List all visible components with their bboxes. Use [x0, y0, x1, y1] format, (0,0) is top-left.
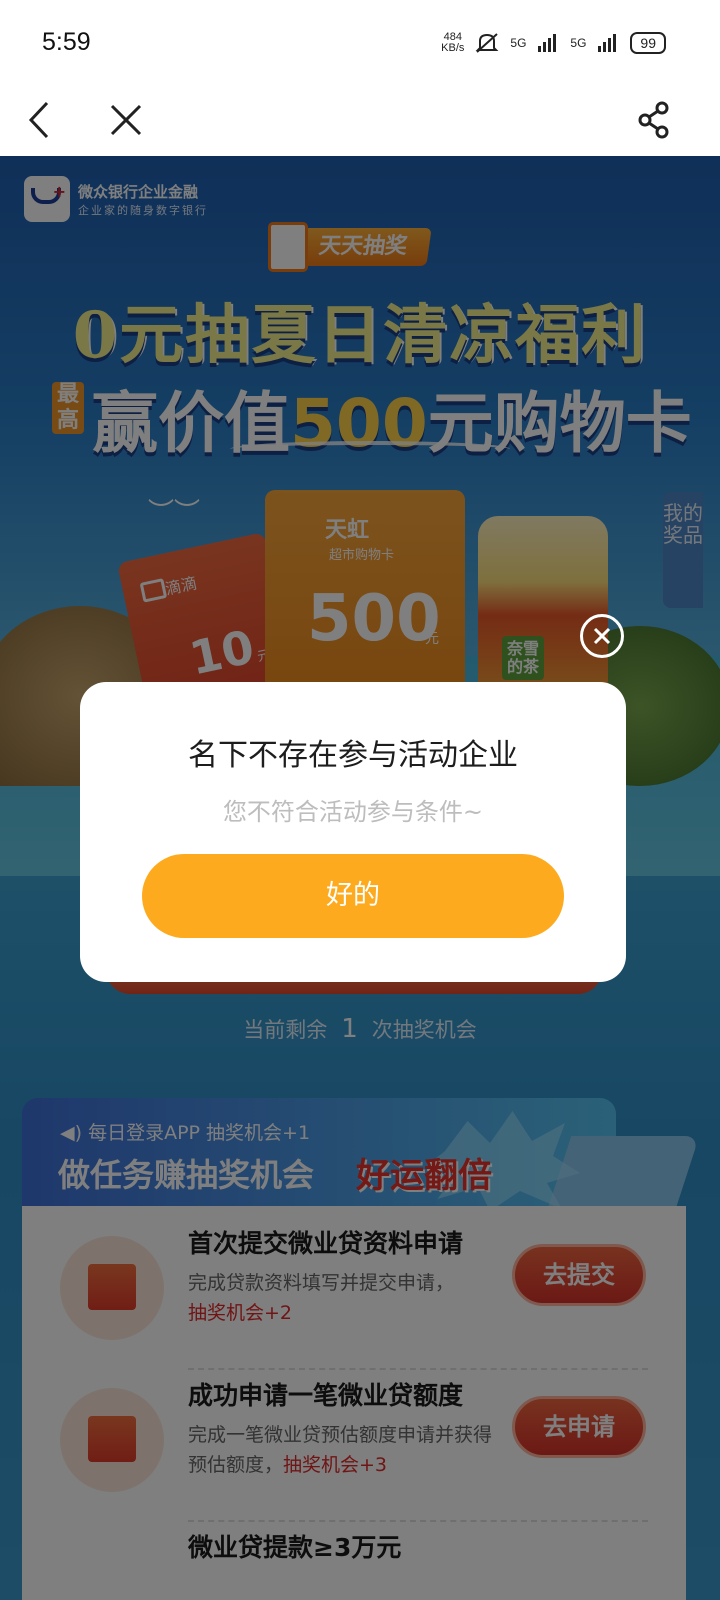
- dialog-title: 名下不存在参与活动企业: [188, 738, 518, 773]
- share-button[interactable]: [626, 92, 682, 148]
- network-speed: 484 KB/s: [441, 32, 464, 54]
- status-time: 5:59: [42, 28, 91, 56]
- campaign-page: 微众银行企业金融 企业家的随身数字银行 天天抽奖 0元抽夏日清凉福利 最高 赢价…: [0, 156, 720, 1600]
- signal-icon: [538, 34, 557, 52]
- signal-5g-label-1: 5G: [510, 36, 527, 50]
- dialog-message: 您不符合活动参与条件~: [222, 798, 484, 826]
- ok-button[interactable]: 好的: [142, 854, 564, 938]
- back-button[interactable]: [12, 92, 68, 148]
- nav-bar: [0, 86, 720, 156]
- status-bar: 5:59 484 KB/s 5G 5G 99: [0, 0, 720, 86]
- ineligible-dialog: 名下不存在参与活动企业 您不符合活动参与条件~ 好的: [80, 682, 626, 982]
- close-icon: [593, 627, 611, 645]
- status-icons: 484 KB/s 5G 5G 99: [441, 32, 666, 54]
- signal-5g-label-2: 5G: [570, 36, 587, 50]
- close-button[interactable]: [98, 92, 154, 148]
- mute-icon: [475, 33, 499, 53]
- close-icon: [110, 104, 142, 136]
- chevron-left-icon: [28, 101, 49, 139]
- share-icon: [638, 101, 669, 139]
- network-speed-unit: KB/s: [441, 42, 465, 54]
- battery-indicator: 99: [630, 32, 666, 54]
- modal-close-button[interactable]: [580, 614, 624, 658]
- signal-icon: [598, 34, 617, 52]
